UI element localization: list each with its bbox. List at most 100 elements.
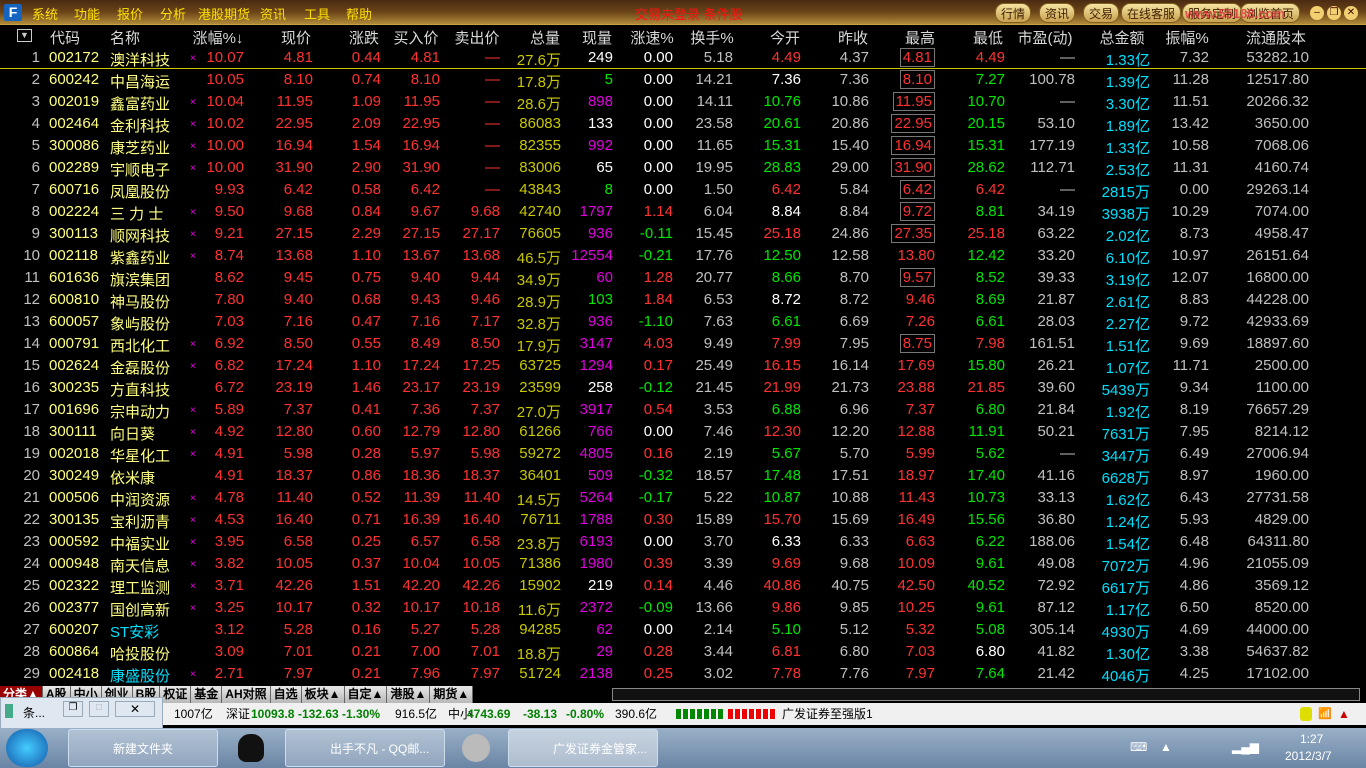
qq-icon[interactable] xyxy=(238,734,264,762)
column-header[interactable]: 涨幅%↓ xyxy=(193,27,244,48)
column-header[interactable]: 涨跌 xyxy=(349,27,379,48)
column-header[interactable]: 振幅% xyxy=(1165,27,1208,48)
table-row[interactable]: 7 600716 凤凰股份 9.93 6.42 0.58 6.42 — 43843 8 0.00 1.… xyxy=(0,179,1366,201)
menu-system[interactable]: 系统 xyxy=(32,4,58,23)
column-header[interactable]: 换手% xyxy=(690,27,733,48)
table-row[interactable]: 18 300111 向日葵 × 4.92 12.80 0.60 12.79 12.80 61266… xyxy=(0,421,1366,443)
float-shares: 27731.58 xyxy=(1246,489,1309,506)
network-icon[interactable]: ▂▄▆ xyxy=(1232,740,1259,754)
tab-12[interactable]: 期货▲ xyxy=(430,686,474,703)
column-header[interactable]: 总金额 xyxy=(1099,27,1144,48)
table-row[interactable]: 8 002224 三 力 士 × 9.50 9.68 0.84 9.67 9.68 42740 17… xyxy=(0,201,1366,223)
horizontal-scrollbar[interactable] xyxy=(612,688,1360,701)
tab-10[interactable]: 自定▲ xyxy=(344,686,388,703)
table-row[interactable]: 9 300113 顺网科技 × 9.21 27.15 2.29 27.15 27.17 76605… xyxy=(0,223,1366,245)
table-row[interactable]: 25 002322 理工监测 × 3.71 42.26 1.51 42.20 42.26 1590… xyxy=(0,575,1366,597)
column-menu-icon[interactable]: ▼ xyxy=(17,29,32,42)
lock-icon[interactable] xyxy=(1300,707,1312,721)
menu-function[interactable]: 功能 xyxy=(74,4,100,23)
table-row[interactable]: 12 600810 神马股份 7.80 9.40 0.68 9.43 9.46 28.9万 103… xyxy=(0,289,1366,311)
column-header[interactable]: 现量 xyxy=(582,27,612,48)
restore-icon[interactable]: ❐ xyxy=(1327,6,1341,20)
menu-help[interactable]: 帮助 xyxy=(346,4,372,23)
alert-icon[interactable]: ▲ xyxy=(1338,703,1350,725)
menu-analysis[interactable]: 分析 xyxy=(160,4,186,23)
keyboard-icon[interactable]: ⌨ xyxy=(1130,740,1147,754)
table-row[interactable]: 29 002418 康盛股份 × 2.71 7.97 0.21 7.96 7.97 51724 21… xyxy=(0,663,1366,685)
column-header[interactable]: 昨收 xyxy=(838,27,868,48)
menu-news[interactable]: 资讯 xyxy=(260,4,286,23)
quotes-button[interactable]: 行情 xyxy=(995,3,1032,23)
float-shares: 44000.00 xyxy=(1246,621,1309,638)
table-row[interactable]: 10 002118 紫鑫药业 × 8.74 13.68 1.10 13.67 13.68 46.5… xyxy=(0,245,1366,267)
table-row[interactable]: 21 000506 中润资源 × 4.78 11.40 0.52 11.39 11.40 14.5… xyxy=(0,487,1366,509)
table-row[interactable]: 1 002172 澳洋科技 × 10.07 4.81 0.44 4.81 — 27.6万 249 0.… xyxy=(0,47,1366,69)
column-header[interactable]: 市盈(动) xyxy=(1018,27,1073,48)
restore-icon[interactable]: ❐ xyxy=(63,701,83,717)
close-icon[interactable]: ✕ xyxy=(115,701,155,717)
volume: 17.9万 xyxy=(516,338,561,355)
table-row[interactable]: 26 002377 国创高新 × 3.25 10.17 0.32 10.17 10.18 11.6… xyxy=(0,597,1366,619)
taskbar-qq-mail[interactable]: 出手不凡 - QQ邮... xyxy=(285,729,445,767)
column-header[interactable]: 最低 xyxy=(973,27,1003,48)
window-title: 交易未登录 条件股 xyxy=(635,7,743,22)
prev-close: 9.85 xyxy=(839,599,869,616)
clock-date[interactable]: 2012/3/7 xyxy=(1285,749,1332,763)
menu-tools[interactable]: 工具 xyxy=(304,4,330,23)
close-icon[interactable]: ✕ xyxy=(1344,6,1358,20)
table-row[interactable]: 24 000948 南天信息 × 3.82 10.05 0.37 10.04 10.05 7138… xyxy=(0,553,1366,575)
menu-quote[interactable]: 报价 xyxy=(117,4,143,23)
table-row[interactable]: 5 300086 康芝药业 × 10.00 16.94 1.54 16.94 — 82355 992… xyxy=(0,135,1366,157)
table-row[interactable]: 14 000791 西北化工 × 6.92 8.50 0.55 8.49 8.50 17.9万 31… xyxy=(0,333,1366,355)
tab-5[interactable]: 权证 xyxy=(160,686,192,703)
tab-8[interactable]: 自选 xyxy=(270,686,302,703)
table-row[interactable]: 6 002289 宇顺电子 × 10.00 31.90 2.90 31.90 — 83006 65 0… xyxy=(0,157,1366,179)
column-header[interactable]: 代码 xyxy=(50,27,80,48)
minimize-icon[interactable]: – xyxy=(1310,6,1324,20)
table-row[interactable]: 20 300249 依米康 4.91 18.37 0.86 18.36 18.37 36401 5… xyxy=(0,465,1366,487)
news-button[interactable]: 资讯 xyxy=(1039,3,1076,23)
table-row[interactable]: 19 002018 华星化工 × 4.91 5.98 0.28 5.97 5.98 59272 48… xyxy=(0,443,1366,465)
table-row[interactable]: 15 002624 金磊股份 × 6.82 17.24 1.10 17.24 17.25 6372… xyxy=(0,355,1366,377)
online-service-button[interactable]: 在线客服 xyxy=(1121,3,1182,23)
column-header[interactable]: 涨速% xyxy=(630,27,673,48)
tab-6[interactable]: 基金 xyxy=(191,686,223,703)
show-hidden-icon[interactable]: ▲ xyxy=(1160,740,1172,754)
table-row[interactable]: 16 300235 方直科技 6.72 23.19 1.46 23.17 23.19 23599… xyxy=(0,377,1366,399)
column-header[interactable]: 最高 xyxy=(905,27,935,48)
menu-hk-futures[interactable]: 港股期货 xyxy=(198,4,250,23)
amount: 1.39亿 xyxy=(1105,74,1150,91)
table-row[interactable]: 27 600207 ST安彩 3.12 5.28 0.16 5.27 5.28 94285 62 0… xyxy=(0,619,1366,641)
table-row[interactable]: 28 600864 哈投股份 3.09 7.01 0.21 7.00 7.01 18.8万 29 0… xyxy=(0,641,1366,663)
media-player-icon[interactable] xyxy=(462,734,490,762)
clock-time[interactable]: 1:27 xyxy=(1300,732,1323,746)
table-row[interactable]: 11 601636 旗滨集团 8.62 9.45 0.75 9.40 9.44 34.9万 60 1… xyxy=(0,267,1366,289)
tab-7[interactable]: AH对照 xyxy=(222,686,271,703)
column-header[interactable]: 名称 xyxy=(110,27,140,48)
table-row[interactable]: 22 300135 宝利沥青 × 4.53 16.40 0.71 16.39 16.40 7671… xyxy=(0,509,1366,531)
minimized-window[interactable]: 条... ❐ □ ✕ xyxy=(0,697,163,730)
column-header[interactable]: 今开 xyxy=(770,27,800,48)
table-row[interactable]: 4 002464 金利科技 × 10.02 22.95 2.09 22.95 — 86083 133… xyxy=(0,113,1366,135)
taskbar-gf-securities[interactable]: 广发证券金管家... xyxy=(508,729,658,767)
table-row[interactable]: 13 600057 象屿股份 7.03 7.16 0.47 7.16 7.17 32.8万 936… xyxy=(0,311,1366,333)
volume: 23599 xyxy=(519,379,561,396)
start-button[interactable] xyxy=(6,729,48,767)
column-header[interactable]: 现价 xyxy=(281,27,311,48)
table-row[interactable]: 23 000592 中福实业 × 3.95 6.58 0.25 6.57 6.58 23.8万 61… xyxy=(0,531,1366,553)
table-row[interactable]: 3 002019 鑫富药业 × 10.04 11.95 1.09 11.95 — 28.6万 898… xyxy=(0,91,1366,113)
table-row[interactable]: 17 001696 宗申动力 × 5.89 7.37 0.41 7.36 7.37 27.0万 39… xyxy=(0,399,1366,421)
maximize-icon[interactable]: □ xyxy=(89,701,109,717)
qq-mail-label: 出手不凡 - QQ邮... xyxy=(330,742,430,756)
tab-11[interactable]: 港股▲ xyxy=(387,686,431,703)
column-header[interactable]: 总量 xyxy=(530,27,560,48)
column-header[interactable]: 卖出价 xyxy=(454,27,499,48)
turnover-pct: 6.04 xyxy=(703,203,733,220)
column-header[interactable]: 流通股本 xyxy=(1246,27,1306,48)
column-header[interactable]: 买入价 xyxy=(393,27,438,48)
table-row[interactable]: 2 600242 中昌海运 10.05 8.10 0.74 8.10 — 17.8万 5 0.00 1… xyxy=(0,69,1366,91)
prev-close: 5.12 xyxy=(839,621,869,638)
trade-button[interactable]: 交易 xyxy=(1083,3,1120,23)
tab-9[interactable]: 板块▲ xyxy=(301,686,345,703)
taskbar-folder[interactable]: 新建文件夹 xyxy=(68,729,218,767)
